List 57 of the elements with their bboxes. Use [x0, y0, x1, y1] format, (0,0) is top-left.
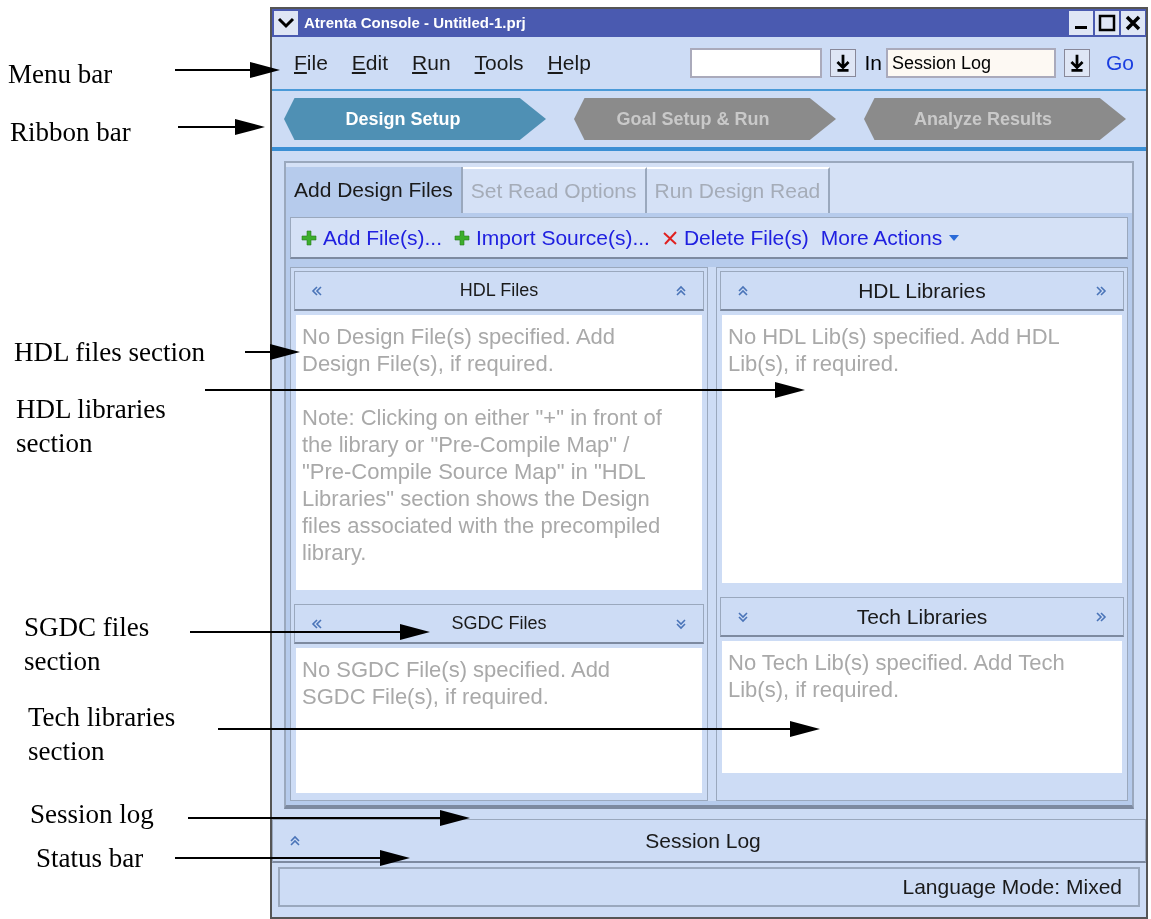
menu-item[interactable]: File — [284, 47, 338, 79]
annotation-label: HDL libraries section — [16, 393, 167, 460]
menu-item[interactable]: Run — [402, 47, 461, 79]
toolbar-action[interactable]: Import Source(s)... — [454, 221, 650, 254]
annotation-label: Status bar — [36, 842, 145, 875]
expand-down-icon[interactable] — [675, 617, 687, 630]
annotation-label: HDL files section — [14, 336, 206, 369]
double-left-chevron-icon[interactable] — [311, 284, 323, 297]
plus-icon — [301, 229, 317, 246]
section-title: Tech Libraries — [856, 603, 988, 630]
section-title: HDL Libraries — [858, 277, 986, 304]
search-field[interactable] — [690, 48, 823, 78]
double-left-chevron-icon[interactable] — [311, 617, 323, 630]
tab[interactable]: Add Design Files — [286, 167, 463, 213]
annotation-label: Session log — [30, 798, 155, 831]
dropdown-caret-icon — [948, 233, 961, 242]
collapse-up-icon[interactable] — [289, 834, 301, 847]
window-title: Atrenta Console - Untitled-1.prj — [304, 12, 527, 33]
annotation-label: Ribbon bar — [10, 116, 132, 149]
minimize-icon[interactable] — [1069, 11, 1093, 35]
expand-down-icon[interactable] — [737, 610, 749, 623]
annotation-arrow — [244, 344, 300, 360]
empty-message: No Tech Lib(s) specified. Add Tech Lib(s), if required. — [728, 649, 1066, 703]
annotation-label: SGDC files section — [24, 611, 151, 678]
double-right-chevron-icon[interactable] — [1095, 284, 1107, 297]
menu-item[interactable]: Tools — [464, 47, 534, 79]
section-header[interactable]: SGDC Files — [294, 604, 704, 644]
empty-message: Note: Clicking on either "+" in front of the library or "Pre-Compile Map" / "Pre-Compile Source Map" in "HDL Libraries" section shows the Design files associated with the precompiled library. — [302, 404, 663, 566]
double-right-chevron-icon[interactable] — [1095, 610, 1107, 623]
session-log-title: Session Log — [644, 827, 762, 854]
menu-item[interactable]: Help — [537, 47, 601, 79]
section-header[interactable]: Tech Libraries — [720, 597, 1124, 637]
annotation-label: Menu bar — [8, 58, 114, 91]
empty-message: No SGDC File(s) specified. Add SGDC File(s), if required. — [302, 656, 612, 710]
ribbon-step[interactable]: Design Setup — [284, 98, 546, 140]
toolbar-action[interactable]: Delete File(s) — [661, 221, 809, 254]
section-header[interactable]: HDL Files — [294, 271, 704, 311]
collapse-up-icon[interactable] — [737, 284, 749, 297]
menu-item[interactable]: Edit — [341, 47, 399, 79]
section-header[interactable]: HDL Libraries — [720, 271, 1124, 311]
collapse-up-icon[interactable] — [675, 284, 687, 297]
maximize-icon[interactable] — [1095, 11, 1119, 35]
toolbar-action[interactable]: More Actions — [820, 221, 961, 254]
empty-message: No Design File(s) specified. Add Design File(s), if required. — [302, 323, 617, 377]
toolbar-action[interactable]: Add File(s)... — [301, 221, 443, 254]
window-menu-icon[interactable] — [274, 11, 298, 35]
scope-field[interactable]: Session Log — [886, 48, 1056, 78]
section-title: SGDC Files — [451, 612, 547, 635]
in-label: In — [864, 50, 882, 77]
close-icon[interactable] — [1121, 11, 1145, 35]
section-title: HDL Files — [459, 279, 539, 302]
cross-icon — [661, 229, 678, 246]
empty-message: No HDL Lib(s) specified. Add HDL Lib(s), if required. — [728, 323, 1060, 377]
plus-icon — [454, 229, 471, 246]
status-text: Language Mode: Mixed — [902, 874, 1122, 901]
go-link[interactable]: Go — [1106, 47, 1134, 79]
annotation-label: Tech libraries section — [28, 701, 177, 768]
